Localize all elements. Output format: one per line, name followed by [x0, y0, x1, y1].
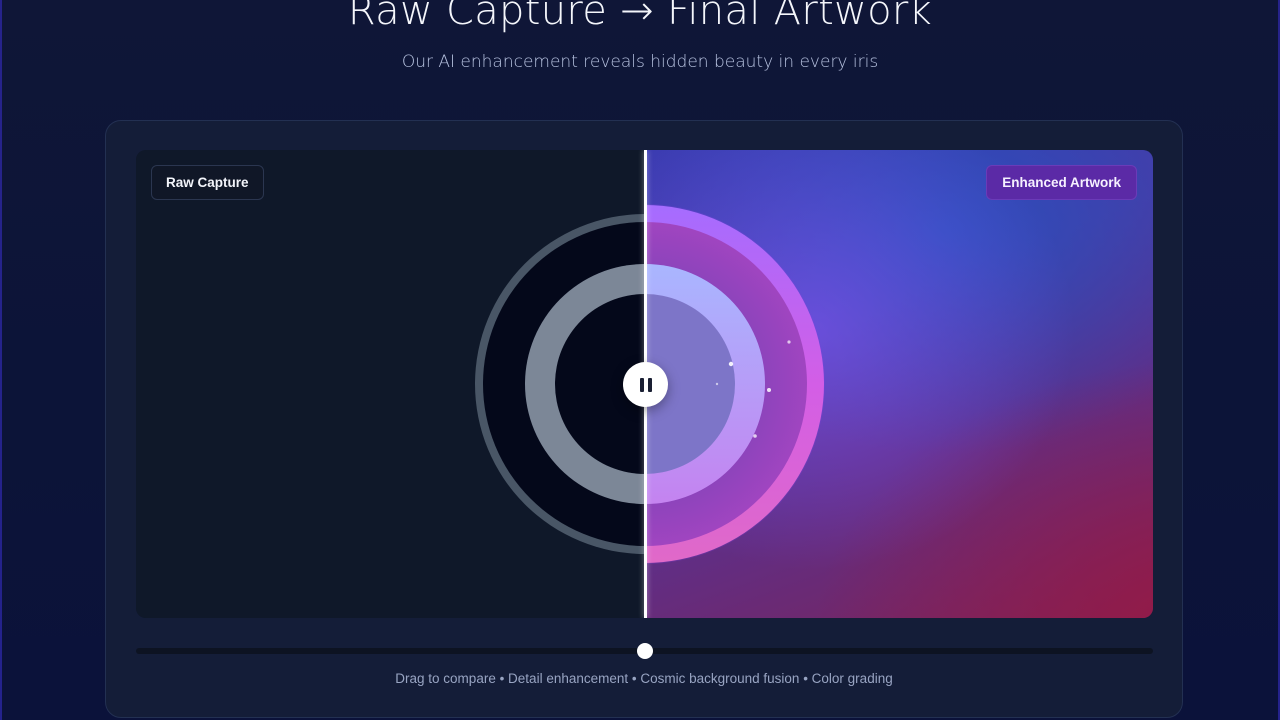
page-title: Raw Capture → Final Artwork: [347, 0, 933, 34]
raw-iris-image: [475, 214, 645, 554]
enhanced-iris-image: [645, 204, 825, 564]
pause-icon-bar: [647, 377, 652, 392]
raw-capture-panel: [136, 150, 645, 618]
feature-caption: Drag to compare • Detail enhancement • C…: [395, 671, 893, 686]
enhanced-artwork-panel: [645, 150, 1153, 618]
pause-icon: [639, 377, 644, 392]
enhanced-artwork-label: Enhanced Artwork: [986, 165, 1137, 200]
before-after-viewer[interactable]: Raw Capture Enhanced Artwork: [136, 150, 1153, 618]
window-edge-left: [0, 0, 2, 720]
comparison-slider[interactable]: [136, 643, 1153, 659]
slider-thumb[interactable]: [636, 643, 653, 659]
comparison-card: Raw Capture Enhanced Artwork Drag to com…: [105, 120, 1183, 718]
page-subtitle: Our AI enhancement reveals hidden beauty…: [401, 52, 879, 72]
pause-button[interactable]: [623, 362, 668, 407]
raw-capture-label: Raw Capture: [151, 165, 264, 200]
